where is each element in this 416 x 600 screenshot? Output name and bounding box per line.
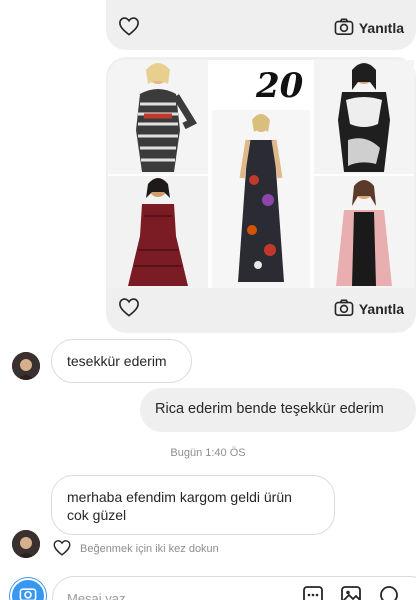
reply-button[interactable]: Yanıtla bbox=[334, 18, 404, 39]
composer-actions bbox=[302, 585, 400, 600]
message-text: Rica ederim bende teşekkür ederim bbox=[155, 401, 384, 417]
sticker-icon[interactable] bbox=[378, 585, 400, 600]
camera-icon bbox=[334, 299, 354, 320]
reply-label: Yanıtla bbox=[358, 301, 404, 317]
outgoing-message[interactable]: Rica ederim bende teşekkür ederim bbox=[140, 388, 416, 432]
double-tap-like-hint[interactable]: Beğenmek için iki kez dokun bbox=[52, 539, 219, 559]
product-collage-image[interactable]: 20 TL bbox=[108, 60, 414, 288]
image-icon[interactable] bbox=[340, 585, 362, 600]
message-input[interactable] bbox=[67, 590, 267, 600]
heart-icon[interactable] bbox=[118, 297, 140, 322]
camera-icon bbox=[334, 18, 354, 39]
microphone-icon[interactable] bbox=[302, 585, 324, 600]
camera-icon bbox=[19, 586, 37, 600]
like-hint-text: Beğenmek için iki kez dokun bbox=[80, 543, 219, 555]
reply-label: Yanıtla bbox=[358, 20, 404, 36]
message-text: tesekkür ederim bbox=[67, 353, 167, 369]
camera-button[interactable] bbox=[10, 578, 46, 600]
message-text-line: cok güzel bbox=[67, 507, 127, 523]
message-timestamp: Bugün 1:40 ÖS bbox=[170, 447, 246, 459]
message-text-line: merhaba efendim kargom geldi ürün bbox=[67, 489, 292, 505]
reply-button[interactable]: Yanıtla bbox=[334, 299, 404, 320]
post-reaction-row: Yanıtla bbox=[106, 287, 416, 331]
incoming-message[interactable]: tesekkür ederim bbox=[51, 339, 192, 383]
heart-icon[interactable] bbox=[118, 16, 140, 41]
shared-post-card-top[interactable]: Yanıtla bbox=[106, 0, 416, 50]
incoming-message[interactable]: merhaba efendim kargom geldi ürün cok gü… bbox=[51, 475, 335, 535]
shared-post-card[interactable]: 20 TL Yanıtla bbox=[106, 57, 416, 333]
heart-icon bbox=[52, 539, 72, 559]
avatar[interactable] bbox=[12, 352, 40, 380]
avatar[interactable] bbox=[12, 530, 40, 558]
post-reaction-row: Yanıtla bbox=[106, 6, 416, 50]
